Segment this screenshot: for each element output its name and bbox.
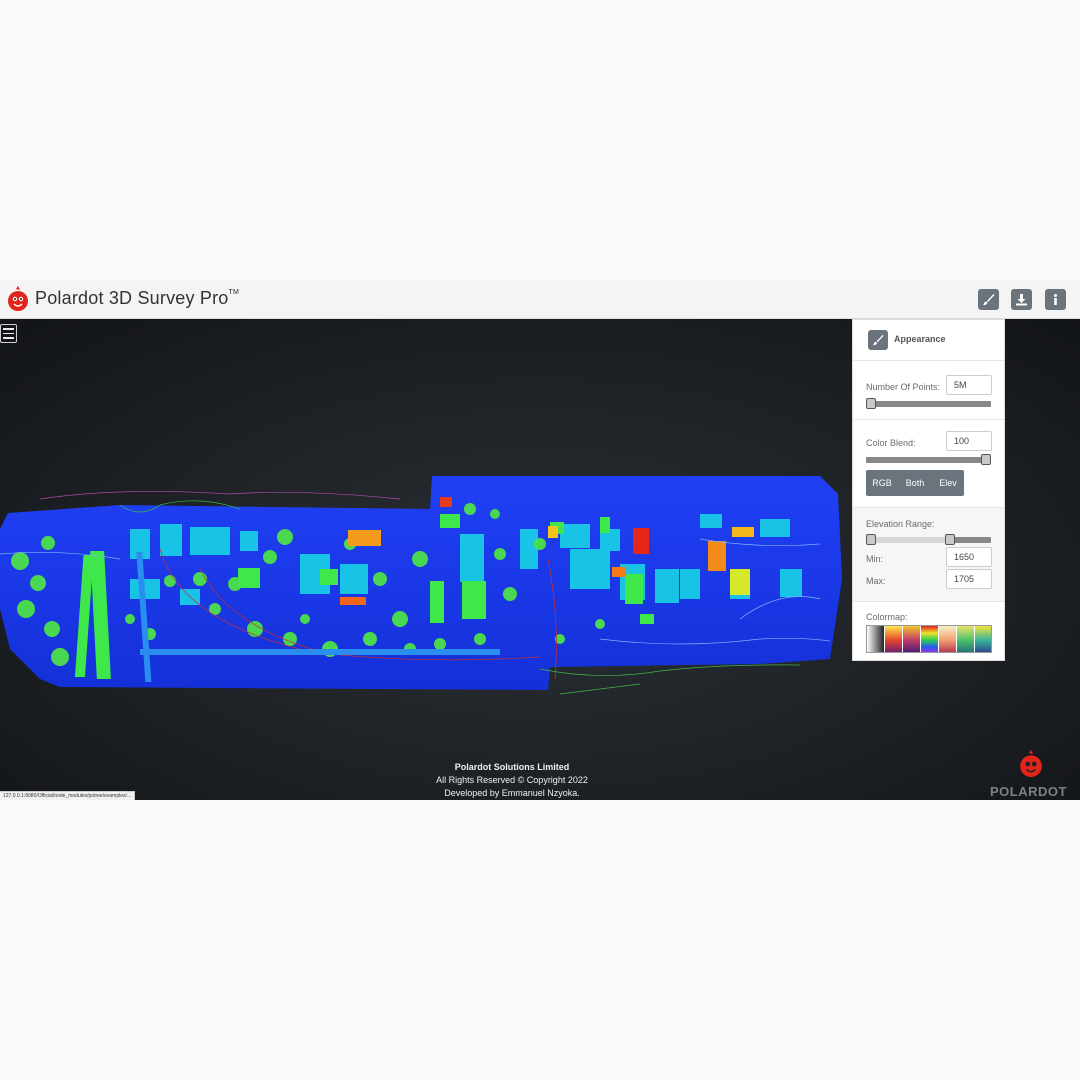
colormap-grayscale[interactable] [867,626,884,652]
color-mode-group: RGB Both Elev [866,470,964,496]
panel-title: Appearance [894,334,946,344]
elevation-min-thumb[interactable] [866,534,876,545]
colormap-warm[interactable] [939,626,956,652]
points-slider[interactable] [866,398,991,409]
footer-developer: Developed by Emmanuel Nzyoka. [444,788,580,798]
footer-rights: All Rights Reserved © Copyright 2022 [436,775,588,785]
point-cloud-viewport[interactable]: Appearance Number Of Points: 5M Color Bl… [0,319,1080,800]
app-window: Polardot 3D Survey ProTM Appearance Numb… [0,280,1080,800]
elevation-slider-range [871,537,950,543]
info-button[interactable] [1045,289,1066,310]
footer-company: Polardot Solutions Limited [454,762,570,772]
points-section: Number Of Points: 5M [853,361,1004,420]
appearance-panel: Appearance Number Of Points: 5M Color Bl… [852,319,1005,661]
paintbrush-icon [868,330,888,350]
app-title: Polardot 3D Survey ProTM [35,288,240,308]
status-bar-url: 127.0.0.1:8080/Official/node_modules/pot… [0,791,136,800]
mode-both-button[interactable]: Both [898,470,932,496]
mode-elev-button[interactable]: Elev [932,470,964,496]
download-icon [1016,294,1027,306]
brand-wordmark: POLARDOT [990,784,1067,799]
elevation-section: Elevation Range: Min: 1650 Max: 1705 [853,508,1004,602]
paintbrush-icon [983,294,995,306]
max-label: Max: [866,576,886,586]
elevation-label: Elevation Range: [866,519,935,529]
download-button[interactable] [1011,289,1032,310]
colormap-section: Colormap: [853,602,1004,660]
max-elevation-input[interactable]: 1705 [946,569,992,589]
elevation-slider[interactable] [866,534,991,545]
points-input[interactable]: 5M [946,375,992,395]
panel-header: Appearance [853,320,1004,361]
min-elevation-input[interactable]: 1650 [946,547,992,567]
colormap-viridis[interactable] [957,626,974,652]
colormap-label: Colormap: [866,612,908,622]
polardot-brand-icon [1020,749,1042,777]
appearance-button[interactable] [978,289,999,310]
colormap-inferno[interactable] [885,626,902,652]
colormap-rainbow[interactable] [921,626,938,652]
blend-input[interactable]: 100 [946,431,992,451]
polardot-logo-icon [8,286,28,311]
blend-slider-thumb[interactable] [981,454,991,465]
colormap-swatches [866,625,992,653]
min-label: Min: [866,554,884,564]
colormap-plasma[interactable] [903,626,920,652]
blend-slider[interactable] [866,454,991,465]
mode-rgb-button[interactable]: RGB [866,470,898,496]
colormap-cividis[interactable] [975,626,991,652]
footer: Polardot Solutions Limited All Rights Re… [0,761,1024,800]
top-bar: Polardot 3D Survey ProTM [0,280,1080,319]
points-label: Number Of Points: [866,382,941,392]
points-slider-thumb[interactable] [866,398,876,409]
elevation-max-thumb[interactable] [945,534,955,545]
info-icon [1054,294,1057,305]
menu-toggle-button[interactable] [0,324,17,343]
blend-label: Color Blend: [866,438,916,448]
blend-section: Color Blend: 100 RGB Both Elev [853,420,1004,508]
